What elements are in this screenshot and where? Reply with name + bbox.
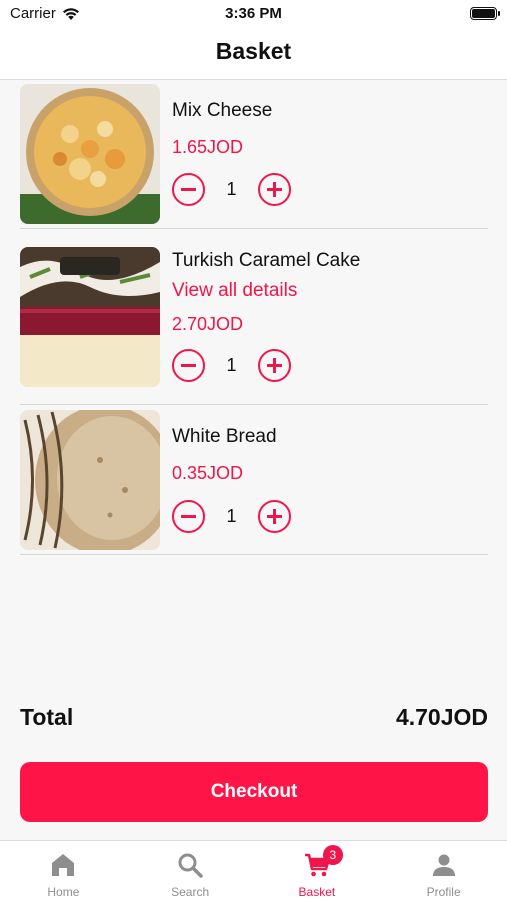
clock: 3:36 PM: [225, 5, 282, 22]
total-row: Total 4.70JOD: [20, 704, 488, 736]
quantity-value: 1: [226, 179, 237, 199]
profile-icon: [432, 854, 455, 876]
page-title: Basket: [215, 38, 292, 64]
tab-label: Basket: [298, 885, 336, 899]
tab-label: Home: [47, 885, 80, 899]
product-image-cake: [20, 247, 160, 387]
product-image-pizza: [20, 84, 160, 224]
increase-quantity-button[interactable]: [258, 500, 291, 533]
total-value: 4.70JOD: [395, 704, 488, 730]
tab-home[interactable]: Home: [0, 841, 127, 900]
tab-label: Profile: [426, 885, 461, 899]
item-price: 1.65JOD: [172, 137, 244, 157]
minus-icon: [181, 515, 196, 518]
checkout-button[interactable]: Checkout: [20, 762, 488, 822]
home-icon: [52, 854, 75, 876]
tab-search[interactable]: Search: [127, 841, 254, 900]
quantity-stepper: 1: [172, 349, 292, 383]
minus-icon: [181, 188, 196, 191]
tab-bar: Home Search 3 Basket Profile: [0, 840, 507, 900]
item-name: White Bread: [172, 426, 277, 447]
quantity-value: 1: [226, 355, 237, 375]
basket-item: Turkish Caramel Cake View all details 2.…: [20, 229, 488, 405]
quantity-stepper: 1: [172, 173, 292, 207]
item-name: Mix Cheese: [172, 100, 273, 121]
navigation-header: Basket: [0, 28, 507, 80]
view-details-link[interactable]: View all details: [172, 280, 297, 302]
increase-quantity-button[interactable]: [258, 173, 291, 206]
basket-item: Mix Cheese 1.65JOD 1: [20, 84, 488, 229]
cart-count-badge: 3: [322, 845, 343, 865]
tab-label: Search: [171, 885, 210, 899]
search-icon: [178, 853, 203, 878]
tab-basket[interactable]: 3 Basket: [254, 841, 381, 900]
battery-icon: [470, 7, 500, 20]
item-price: 0.35JOD: [172, 463, 244, 483]
minus-icon: [181, 364, 196, 367]
decrease-quantity-button[interactable]: [172, 500, 205, 533]
tab-profile[interactable]: Profile: [380, 841, 507, 900]
basket-item: White Bread 0.35JOD 1: [20, 405, 488, 555]
status-bar: Carrier 3:36 PM: [0, 0, 507, 28]
product-image-bread: [20, 410, 160, 550]
quantity-value: 1: [226, 506, 237, 526]
total-label: Total: [20, 704, 74, 730]
item-price: 2.70JOD: [172, 314, 244, 334]
item-name: Turkish Caramel Cake: [172, 250, 361, 271]
decrease-quantity-button[interactable]: [172, 349, 205, 382]
decrease-quantity-button[interactable]: [172, 173, 205, 206]
quantity-stepper: 1: [172, 500, 292, 534]
increase-quantity-button[interactable]: [258, 349, 291, 382]
